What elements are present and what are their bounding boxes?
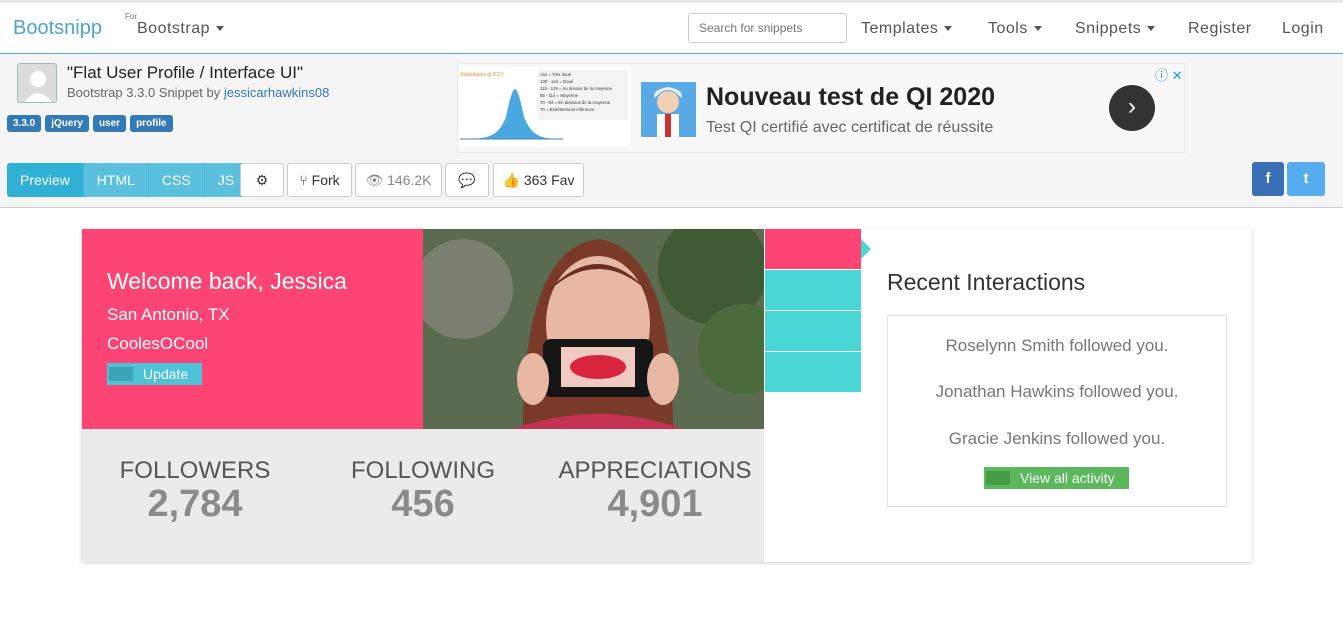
nav-templates-label: Templates (861, 20, 939, 37)
search-input[interactable] (688, 13, 847, 43)
graph-legend-item: 144 = Très doué (540, 72, 572, 77)
update-label: Update (143, 366, 189, 382)
caret-down-icon (944, 26, 953, 32)
graph-legend-item: 70 = Extrêmement inférieure (540, 107, 595, 112)
graph-title: Statistiques qi 2017 (460, 72, 504, 78)
side-tab-4[interactable] (765, 352, 861, 392)
view-tabs: Preview HTML CSS JS (7, 163, 249, 197)
tag-profile[interactable]: profile (130, 115, 173, 132)
graph-legend-item: 70 - 84 = En dessous de la moyenne (540, 100, 611, 105)
update-icon (109, 367, 133, 381)
navbar: Bootsnipp For Bootstrap Templates Tools … (0, 0, 1343, 54)
brand-logo[interactable]: Bootsnipp (13, 17, 102, 40)
for-label: For (125, 12, 137, 21)
side-tab-1[interactable] (765, 229, 871, 269)
caret-down-icon (1033, 26, 1042, 32)
ad-close-icon[interactable]: ⓘ ✕ (1155, 65, 1183, 84)
caret-down-icon (215, 26, 224, 32)
nav-register[interactable]: Register (1188, 20, 1252, 38)
stat-label: FOLLOWERS (119, 457, 271, 484)
snippet-subtitle-prefix: Bootstrap 3.3.0 Snippet by (67, 85, 221, 100)
side-tab-2[interactable] (765, 270, 861, 310)
settings-button[interactable]: ⚙ (240, 163, 284, 197)
list-item: Jonathan Hawkins followed you. (935, 382, 1179, 401)
snippet-header: "Flat User Profile / Interface UI" Boots… (0, 54, 1343, 208)
username: CoolesOCool (107, 334, 209, 353)
tab-html[interactable]: HTML (83, 163, 149, 197)
fork-icon: ⑂ (299, 172, 308, 188)
graph-legend-item: 115 - 129 = Au dessus de la moyenne (540, 86, 613, 91)
stat-value: 4,901 (607, 483, 703, 525)
gear-icon: ⚙ (255, 172, 269, 188)
ad-banner[interactable]: Statistiques qi 2017 144 = Très doué 130… (457, 63, 1185, 153)
chevron-right-icon[interactable]: › (1109, 85, 1155, 131)
nav-tools-label: Tools (988, 20, 1028, 37)
profile-photo (423, 229, 764, 429)
recent-interactions-list: Roselynn Smith followed you. Jonathan Ha… (887, 315, 1227, 507)
side-tabs (765, 229, 871, 393)
tag-user[interactable]: user (92, 115, 127, 132)
views-count: 146.2K (387, 172, 432, 188)
welcome-title: Welcome back, Jessica (107, 268, 347, 294)
fork-label: Fork (311, 172, 340, 188)
profile-card: Welcome back, Jessica San Antonio, TX Co… (82, 229, 1252, 562)
tag-version[interactable]: 3.3.0 (7, 115, 42, 132)
stat-following: FOLLOWING 456 (335, 457, 511, 523)
side-tab-3[interactable] (765, 311, 861, 351)
iq-distribution-graph: Statistiques qi 2017 144 = Très doué 130… (458, 67, 630, 147)
view-all-activity-button[interactable]: View all activity (984, 467, 1129, 489)
twitter-share-button[interactable]: t (1287, 162, 1325, 196)
stat-label: FOLLOWING (350, 457, 495, 484)
tab-preview[interactable]: Preview (7, 163, 84, 197)
fav-count: 363 Fav (523, 172, 575, 188)
nav-templates[interactable]: Templates (861, 20, 953, 38)
nav-snippets-label: Snippets (1075, 20, 1142, 37)
comment-icon: 💬 (458, 172, 476, 188)
facebook-share-button[interactable]: f (1252, 162, 1284, 196)
graph-legend-item: 85 - 114 = Moyenne (540, 93, 579, 98)
stat-appreciations: APPRECIATIONS 4,901 (552, 457, 758, 523)
tab-css[interactable]: CSS (148, 163, 205, 197)
comment-button[interactable]: 💬 (445, 163, 489, 197)
thumbs-up-icon: 👍 (502, 172, 520, 188)
author-avatar[interactable] (17, 63, 57, 103)
recent-interactions-title: Recent Interactions (887, 269, 1086, 295)
eye-icon: 👁 (365, 172, 384, 188)
user-location: San Antonio, TX (107, 305, 230, 324)
tag-jquery[interactable]: jQuery (45, 115, 89, 132)
ad-einstein-image (641, 82, 696, 137)
stats-panel: FOLLOWERS 2,784 FOLLOWING 456 APPRECIATI… (82, 429, 764, 562)
ad-title[interactable]: Nouveau test de QI 2020 (706, 83, 995, 112)
welcome-panel: Welcome back, Jessica San Antonio, TX Co… (82, 229, 423, 429)
nav-snippets[interactable]: Snippets (1075, 20, 1156, 38)
stat-value: 456 (391, 483, 455, 525)
stat-followers: FOLLOWERS 2,784 (107, 457, 283, 523)
list-item: Roselynn Smith followed you. (945, 336, 1169, 355)
graph-legend-item: 130 - 144 = Doué (540, 79, 574, 84)
activity-icon (986, 471, 1010, 485)
stat-label: APPRECIATIONS (558, 457, 752, 484)
caret-down-icon (1147, 26, 1156, 32)
nav-login[interactable]: Login (1282, 20, 1324, 38)
author-link[interactable]: jessicarhawkins08 (224, 85, 330, 100)
framework-dropdown[interactable]: Bootstrap (137, 20, 224, 38)
stat-value: 2,784 (147, 483, 243, 525)
fork-button[interactable]: ⑂ Fork (287, 163, 352, 197)
snippet-subtitle: Bootstrap 3.3.0 Snippet by jessicarhawki… (67, 85, 329, 100)
update-button[interactable]: Update (107, 363, 202, 385)
list-item: Gracie Jenkins followed you. (948, 429, 1166, 448)
fav-button[interactable]: 👍 363 Fav (493, 163, 584, 197)
snippet-title: "Flat User Profile / Interface UI" (67, 63, 303, 82)
view-all-activity-label: View all activity (1020, 470, 1115, 486)
tag-list: 3.3.0 jQuery user profile (7, 115, 173, 132)
views-button[interactable]: 👁 146.2K (355, 163, 442, 197)
ad-subtitle: Test QI certifié avec certificat de réus… (706, 119, 994, 136)
user-silhouette-icon (18, 64, 56, 102)
nav-tools[interactable]: Tools (988, 20, 1042, 38)
framework-dropdown-label: Bootstrap (137, 20, 210, 37)
